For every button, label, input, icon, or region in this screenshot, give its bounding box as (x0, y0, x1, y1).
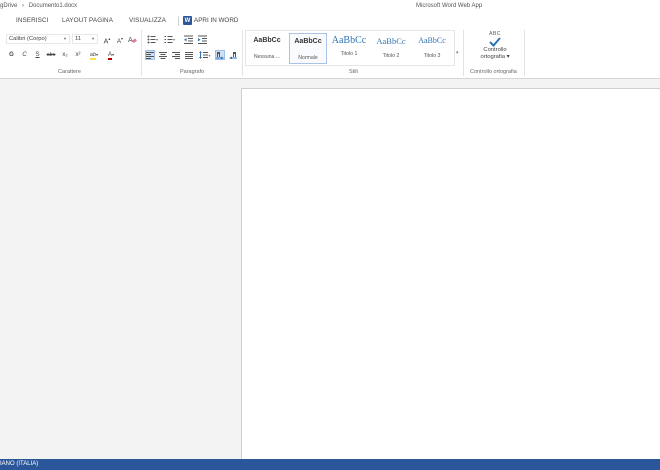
tab-inserisci[interactable]: INSERISCI (16, 17, 48, 24)
indent-icon (197, 35, 207, 44)
chevron-down-icon: ▼ (63, 36, 67, 41)
style-normale[interactable]: AaBbCc Normale (289, 33, 327, 64)
bold-button[interactable]: G (7, 50, 16, 60)
word-web-app: gDrive › Documento1.docx Microsoft Word … (0, 0, 660, 470)
document-page[interactable] (241, 88, 660, 460)
breadcrumb-separator: › (22, 3, 25, 9)
chevron-down-icon: ▼ (91, 36, 95, 41)
bullets-button[interactable]: ▾ (146, 34, 159, 44)
style-sample: AaBbCc (376, 36, 406, 46)
tab-layout-pagina[interactable]: LAYOUT PAGINA (62, 17, 113, 24)
bullet-list-icon: ▾ (147, 35, 158, 43)
group-divider (141, 30, 142, 76)
svg-text:▾: ▾ (208, 53, 210, 58)
group-divider (524, 30, 525, 76)
style-sample: AaBbCc (331, 35, 367, 46)
eraser-icon: A (128, 37, 137, 44)
app-title: Microsoft Word Web App (416, 3, 483, 9)
rtl-icon (229, 51, 237, 59)
align-right-icon (172, 51, 180, 59)
styles-gallery: AaBbCc Nessuna ... AaBbCc Normale AaBbCc… (245, 30, 455, 66)
font-group-label: Carattere (58, 69, 81, 75)
font-name-select[interactable]: Calibri (Corpo) ▼ (6, 34, 70, 44)
line-spacing-icon: ▾ (198, 51, 210, 59)
superscript-button[interactable]: x² (73, 50, 83, 60)
align-center-icon (159, 51, 167, 59)
proofing-group-label: Controllo ortografia (470, 69, 517, 75)
clear-formatting-button[interactable]: A (127, 34, 137, 44)
checkmark-icon (489, 37, 501, 47)
subscript-button[interactable]: x₂ (60, 50, 70, 60)
group-divider (242, 30, 243, 76)
spell-check-label-2: ortografia ▾ (480, 54, 510, 60)
open-in-word-label: APRI IN WORD (194, 17, 239, 24)
style-sample: AaBbCc (418, 36, 446, 45)
font-color-button[interactable]: A▾ (104, 50, 118, 60)
style-name: Normale (298, 55, 318, 61)
style-sample: AaBbCc (253, 37, 281, 44)
font-size-select[interactable]: 11 ▼ (72, 34, 98, 44)
ltr-direction-button[interactable] (215, 50, 225, 60)
numbering-button[interactable]: ▾ (163, 34, 176, 44)
ribbon-tab-bar: INSERISCI LAYOUT PAGINA VISUALIZZA W APR… (0, 13, 660, 28)
line-spacing-button[interactable]: ▾ (198, 50, 212, 60)
font-name-value: Calibri (Corpo) (9, 36, 47, 42)
shrink-font-button[interactable]: A▾ (115, 34, 125, 45)
font-size-value: 11 (75, 36, 82, 42)
style-titolo-1[interactable]: AaBbCc Titolo 1 (330, 33, 368, 64)
outdent-icon (183, 35, 193, 44)
style-sample: AaBbCc (294, 38, 322, 45)
align-left-button[interactable] (145, 50, 155, 60)
spell-check-button[interactable]: ABC Controllo ortografia ▾ (470, 30, 520, 68)
numbered-list-icon: ▾ (164, 35, 175, 43)
status-bar: IANO (ITALIA) (0, 459, 660, 470)
justify-button[interactable] (184, 50, 194, 60)
style-name: Titolo 2 (382, 53, 400, 59)
language-status[interactable]: IANO (ITALIA) (0, 461, 38, 467)
open-in-word-button[interactable]: W APRI IN WORD (183, 15, 238, 26)
style-titolo-2[interactable]: AaBbCc Titolo 2 (372, 33, 410, 64)
style-name: Nessuna ... (253, 54, 281, 60)
align-left-icon (146, 51, 154, 59)
ribbon: Calibri (Corpo) ▼ 11 ▼ A▴ A▾ A G C S abc… (0, 28, 660, 79)
paragraph-group-label: Paragrafo (180, 69, 205, 75)
underline-button[interactable]: S (33, 50, 42, 60)
svg-text:▾: ▾ (173, 37, 175, 42)
style-name: Titolo 3 (423, 53, 441, 59)
word-icon: W (183, 16, 192, 25)
highlight-button[interactable]: ab▾ (86, 50, 102, 60)
align-right-button[interactable] (171, 50, 181, 60)
gallery-more-icon[interactable]: ▾ (456, 50, 459, 56)
abc-label: ABC (489, 31, 501, 37)
rtl-direction-button[interactable] (228, 50, 238, 60)
decrease-indent-button[interactable] (183, 34, 193, 44)
italic-button[interactable]: C (20, 50, 29, 60)
document-name[interactable]: Documento1.docx (29, 3, 77, 9)
justify-icon (185, 51, 193, 59)
breadcrumb-location[interactable]: gDrive (0, 3, 17, 9)
ltr-icon (216, 51, 224, 59)
tab-divider (178, 16, 179, 26)
tab-visualizza[interactable]: VISUALIZZA (129, 17, 166, 24)
title-bar: gDrive › Documento1.docx Microsoft Word … (0, 0, 660, 13)
increase-indent-button[interactable] (197, 34, 207, 44)
strikethrough-button[interactable]: abc (45, 50, 57, 60)
style-name: Titolo 1 (340, 51, 358, 57)
align-center-button[interactable] (158, 50, 168, 60)
grow-font-button[interactable]: A▴ (102, 34, 112, 45)
style-titolo-3[interactable]: AaBbCc Titolo 3 (413, 33, 451, 64)
group-divider (463, 30, 464, 76)
spell-check-label-1: Controllo (483, 47, 507, 53)
svg-text:▾: ▾ (156, 37, 158, 42)
style-nessuna-spaziatura[interactable]: AaBbCc Nessuna ... (248, 33, 286, 64)
styles-group-label: Stili (349, 69, 358, 75)
breadcrumb: gDrive › Documento1.docx (0, 3, 80, 9)
